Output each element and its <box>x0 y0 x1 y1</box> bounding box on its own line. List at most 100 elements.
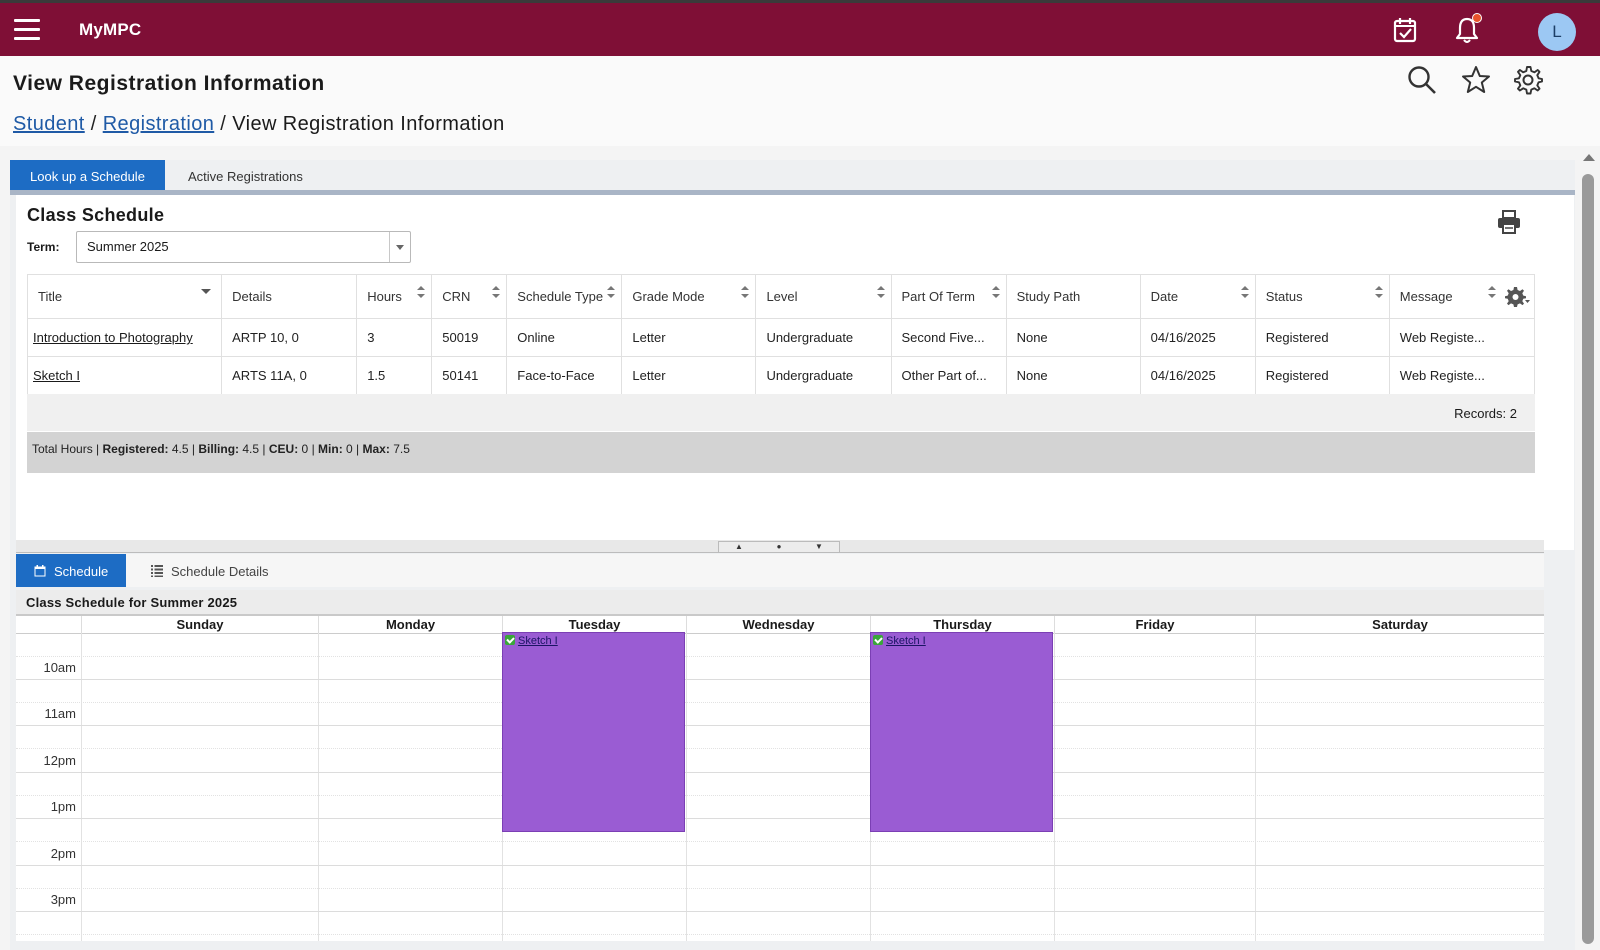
time-label: 2pm <box>50 846 76 861</box>
tab-schedule[interactable]: Schedule <box>16 554 127 587</box>
course-title-link[interactable]: Introduction to Photography <box>33 330 193 345</box>
calendar-title-bar: Class Schedule for Summer 2025 <box>16 590 1544 616</box>
event-link[interactable]: Sketch I <box>886 635 926 647</box>
top-bar: MyMPC L <box>0 3 1600 56</box>
sort-icon[interactable] <box>1374 286 1383 300</box>
column-header-schedule-type[interactable]: Schedule Type <box>506 274 623 319</box>
sort-icon[interactable] <box>607 286 616 300</box>
scroll-up-arrow-icon[interactable] <box>1583 154 1595 161</box>
table-cell: Undergraduate <box>755 318 892 357</box>
table-row[interactable]: Introduction to Photography ARTP 10, 0 3… <box>26 318 1536 357</box>
column-header-label: Schedule Type <box>517 289 604 304</box>
min-value: 0 <box>346 442 353 456</box>
calendar-event-tuesday[interactable]: Sketch I <box>502 632 685 832</box>
registered-value: 4.5 <box>171 442 189 456</box>
table-row[interactable]: Sketch I ARTS 11A, 0 1.5 50141 Face-to-F… <box>26 356 1536 395</box>
hour-line <box>16 772 1544 773</box>
event-label: Sketch I <box>873 635 926 647</box>
column-header-title[interactable]: Title <box>26 274 223 319</box>
calendar-event-thursday[interactable]: Sketch I <box>870 632 1053 832</box>
billing-label: Billing: <box>198 442 240 456</box>
breadcrumb-current: View Registration Information <box>232 113 505 135</box>
records-count: Records: 2 <box>1454 406 1517 421</box>
column-header-message[interactable]: Message <box>1388 274 1536 319</box>
hour-line <box>16 911 1544 912</box>
ceu-label: CEU: <box>268 442 299 456</box>
weekly-calendar: Sunday Monday Tuesday Wednesday Thursday… <box>16 616 1544 941</box>
course-title-link[interactable]: Sketch I <box>33 368 80 383</box>
column-header-label: CRN <box>442 289 471 304</box>
column-header-label: Date <box>1150 289 1179 304</box>
column-header-details[interactable]: Details <box>221 274 358 319</box>
total-hours-summary: Total Hours | Registered: 4.5 | Billing:… <box>32 442 410 456</box>
table-cell: None <box>1005 356 1141 395</box>
scrollbar-thumb[interactable] <box>1582 174 1594 944</box>
column-header-study-path[interactable]: Study Path <box>1005 274 1141 319</box>
column-header-crn[interactable]: CRN <box>431 274 508 319</box>
column-header-label: Hours <box>367 289 402 304</box>
table-cell: 04/16/2025 <box>1139 318 1256 357</box>
split-up-arrow-icon[interactable]: ▲ <box>719 542 759 552</box>
tab-active-registrations[interactable]: Active Registrations <box>168 160 323 190</box>
calendar-check-icon[interactable] <box>1390 15 1420 45</box>
calendar-icon <box>34 565 46 577</box>
gear-icon[interactable] <box>1512 64 1544 96</box>
sort-icon[interactable] <box>991 286 1000 300</box>
sort-icon[interactable] <box>741 286 750 300</box>
tab-schedule-label: Schedule <box>54 564 109 579</box>
menu-icon[interactable] <box>14 19 40 40</box>
avatar[interactable]: L <box>1538 13 1576 51</box>
sort-icon[interactable] <box>1488 286 1496 300</box>
table-cell: 50019 <box>431 318 508 357</box>
chevron-down-icon[interactable] <box>389 232 410 262</box>
records-bar: Records: 2 <box>27 394 1535 431</box>
registration-table: Title Details Hours CRN Schedule Type Gr… <box>26 274 1536 395</box>
breadcrumb-student-link[interactable]: Student <box>13 113 85 135</box>
term-select[interactable]: Summer 2025 <box>76 231 411 263</box>
search-icon[interactable] <box>1406 64 1438 96</box>
column-settings-gear-icon[interactable] <box>1504 286 1530 308</box>
sort-icon[interactable] <box>1240 286 1249 300</box>
table-cell: Undergraduate <box>755 356 892 395</box>
breadcrumb-registration-link[interactable]: Registration <box>103 113 215 135</box>
tab-look-up-schedule[interactable]: Look up a Schedule <box>10 160 165 190</box>
sort-icon[interactable] <box>492 286 501 300</box>
hour-line <box>16 818 1544 819</box>
half-hour-line <box>16 656 1544 657</box>
sort-icon[interactable] <box>417 286 426 300</box>
bell-icon[interactable] <box>1452 13 1482 45</box>
event-link[interactable]: Sketch I <box>518 635 558 647</box>
table-cell: Letter <box>621 318 757 357</box>
column-header-status[interactable]: Status <box>1254 274 1390 319</box>
table-cell: ARTS 11A, 0 <box>221 356 358 395</box>
class-schedule-panel: Class Schedule Term: Summer 2025 Title D… <box>16 195 1574 550</box>
column-header-part-of-term[interactable]: Part Of Term <box>890 274 1007 319</box>
column-header-grade-mode[interactable]: Grade Mode <box>621 274 757 319</box>
column-header-label: Part Of Term <box>901 289 975 304</box>
min-label: Min: <box>318 442 343 456</box>
day-header-sunday: Sunday <box>82 616 319 634</box>
column-header-level[interactable]: Level <box>755 274 892 319</box>
registered-label: Registered: <box>102 442 169 456</box>
print-icon[interactable] <box>1496 209 1522 235</box>
billing-value: 4.5 <box>242 442 260 456</box>
split-down-arrow-icon[interactable]: ▼ <box>799 542 839 552</box>
brand-name[interactable]: MyMPC <box>79 20 141 40</box>
sort-desc-icon[interactable] <box>201 289 212 294</box>
sort-icon[interactable] <box>876 286 885 300</box>
pane-splitter[interactable]: ▲ ● ▼ <box>16 540 1544 553</box>
star-icon[interactable] <box>1460 64 1492 96</box>
time-column-header <box>16 616 82 634</box>
term-label: Term: <box>27 240 60 254</box>
table-cell: None <box>1005 318 1141 357</box>
column-header-hours[interactable]: Hours <box>356 274 433 319</box>
table-cell: Web Registe... <box>1388 318 1536 357</box>
page-scrollbar[interactable] <box>1578 152 1598 944</box>
max-label: Max: <box>362 442 390 456</box>
column-header-date[interactable]: Date <box>1139 274 1256 319</box>
column-header-label: Message <box>1399 289 1453 304</box>
tab-schedule-details[interactable]: Schedule Details <box>133 554 287 587</box>
breadcrumb-separator: / <box>90 113 97 135</box>
split-center-dot-icon[interactable]: ● <box>759 542 799 552</box>
course-title-cell: Sketch I <box>26 356 223 395</box>
